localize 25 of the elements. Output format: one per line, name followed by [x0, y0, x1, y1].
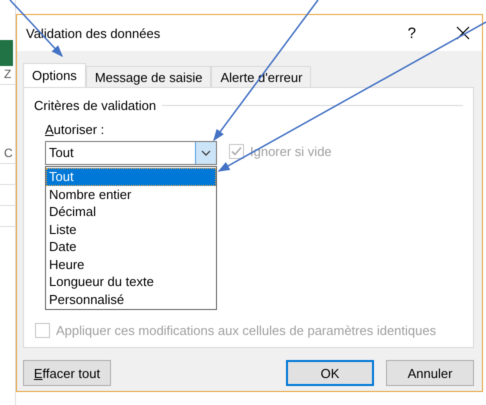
dropdown-value: Tout [48, 144, 75, 162]
dialog-button[interactable]: OK [286, 360, 374, 386]
checkbox-label: Appliquer ces modifications aux cellules de paramètres identiques [56, 323, 436, 338]
list-option[interactable]: Personnalisé [46, 290, 216, 308]
list-option[interactable]: Décimal [46, 203, 216, 220]
list-option[interactable]: Liste [46, 220, 216, 238]
field-label: Autoriser : [45, 122, 106, 137]
list-option[interactable]: Nombre entier [46, 186, 216, 203]
ribbon-edge [0, 40, 13, 66]
list-option[interactable]: Heure [46, 256, 216, 273]
column-header: Z [0, 64, 15, 85]
tab[interactable]: Message de saisie [86, 66, 212, 87]
help-button[interactable]: ? [408, 24, 416, 42]
cell-text: C [0, 143, 15, 164]
list-option[interactable]: Longueur du texte [46, 273, 216, 290]
checkbox-label: Ignorer si vide [250, 144, 332, 159]
close-icon[interactable] [456, 26, 470, 40]
dialog-button[interactable]: Effacer tout [23, 360, 111, 386]
list-option[interactable]: Date [46, 238, 216, 256]
tab[interactable]: Options [23, 63, 86, 87]
dialog-button[interactable]: Annuler [386, 360, 474, 386]
chevron-down-icon [201, 150, 211, 156]
group-label: Critères de validation [34, 98, 156, 113]
list-option[interactable]: Tout [46, 168, 216, 186]
dropdown[interactable]: Tout [45, 141, 217, 165]
